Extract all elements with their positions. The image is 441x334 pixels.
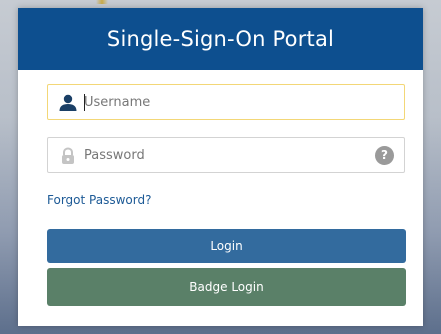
question-icon[interactable]: ? xyxy=(375,146,394,165)
page-title: Single-Sign-On Portal xyxy=(106,27,335,51)
username-field[interactable] xyxy=(47,84,405,120)
card-header: Single-Sign-On Portal xyxy=(18,8,423,70)
lock-icon xyxy=(58,146,78,166)
username-input[interactable] xyxy=(84,91,364,113)
user-icon xyxy=(58,93,78,113)
text-caret xyxy=(84,94,85,111)
badge-login-button[interactable]: Badge Login xyxy=(47,268,406,306)
decorative-accent xyxy=(96,0,108,4)
forgot-password-link[interactable]: Forgot Password? xyxy=(47,193,151,207)
password-input[interactable] xyxy=(84,144,364,166)
login-card: Single-Sign-On Portal ? Forgot Password?… xyxy=(18,8,423,326)
password-field[interactable]: ? xyxy=(47,137,405,173)
login-button[interactable]: Login xyxy=(47,229,406,263)
